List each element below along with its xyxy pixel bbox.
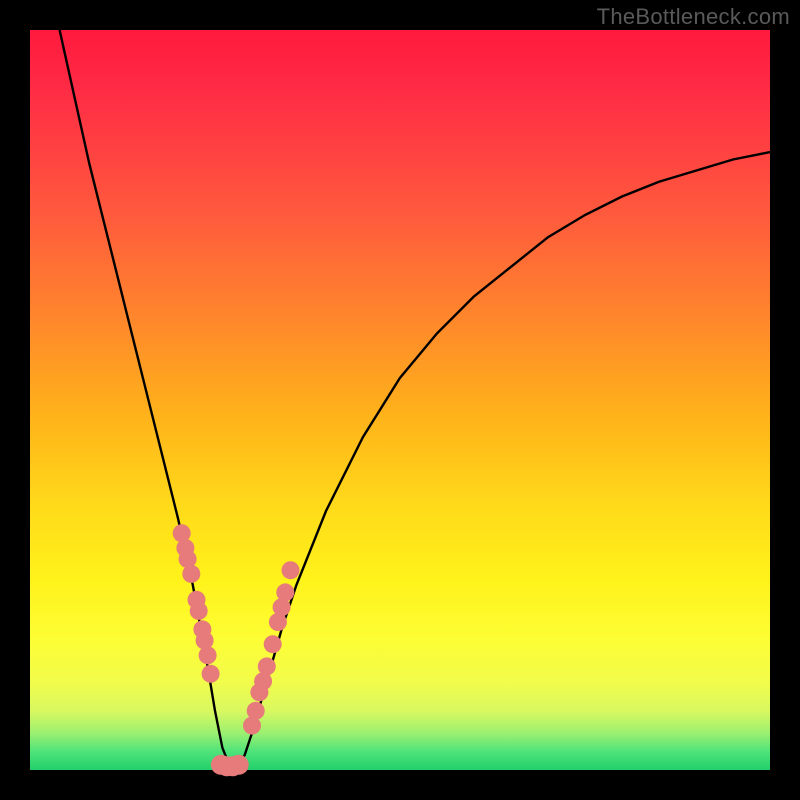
- marker-dot: [276, 583, 294, 601]
- marker-dot: [282, 561, 300, 579]
- markers-valley-cluster: [211, 755, 249, 777]
- marker-dot: [199, 646, 217, 664]
- marker-dot: [247, 702, 265, 720]
- marker-dot: [264, 635, 282, 653]
- marker-dot: [182, 565, 200, 583]
- chart-plot-area: [30, 30, 770, 770]
- marker-dot: [196, 632, 214, 650]
- markers-left-cluster: [173, 524, 220, 683]
- marker-dot: [258, 657, 276, 675]
- marker-dot: [229, 755, 249, 775]
- marker-dot: [202, 665, 220, 683]
- marker-dot: [190, 602, 208, 620]
- watermark-text: TheBottleneck.com: [597, 4, 790, 30]
- chart-frame: TheBottleneck.com: [0, 0, 800, 800]
- bottleneck-curve: [60, 30, 770, 766]
- markers-right-cluster: [243, 561, 300, 734]
- chart-svg: [30, 30, 770, 770]
